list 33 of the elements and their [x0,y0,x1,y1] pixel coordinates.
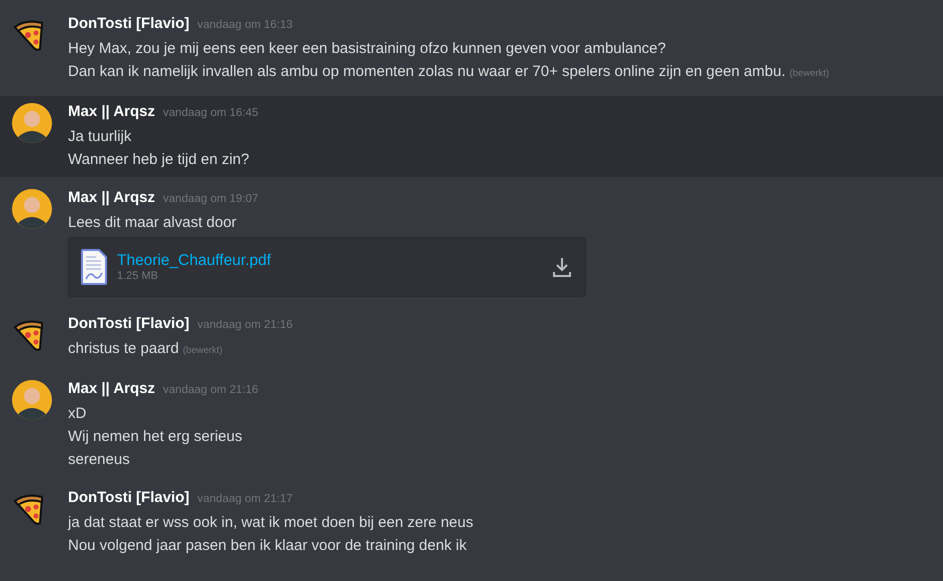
author-name[interactable]: DonTosti [Flavio] [68,15,190,32]
document-icon [81,249,107,285]
user-avatar [12,380,52,420]
author-name[interactable]: Max || Arqsz [68,380,156,397]
download-button[interactable] [553,257,571,277]
message-text: Wij nemen het erg serieus [68,427,242,447]
file-link[interactable]: Theorie_Chauffeur.pdf [117,252,543,270]
user-avatar [12,189,52,229]
message-text: sereneus [68,450,130,470]
author-name[interactable]: DonTosti [Flavio] [68,315,190,332]
edited-label: (bewerkt) [182,344,222,358]
message-text: Lees dit maar alvast door [68,213,236,233]
message-text: xD [68,404,86,424]
message-text: christus te paard [68,339,179,359]
message-timestamp: vandaag om 19:07 [163,193,258,205]
user-avatar [12,103,52,143]
message-timestamp: vandaag om 16:45 [163,107,258,119]
file-size: 1.25 MB [117,270,159,282]
message-timestamp: vandaag om 16:13 [197,19,293,31]
author-name[interactable]: DonTosti [Flavio] [68,489,190,506]
message-timestamp: vandaag om 21:17 [197,493,293,505]
message-text: Hey Max, zou je mij eens een keer een basistraining ofzo kunnen geven voor ambulance? [68,39,666,59]
author-name[interactable]: Max || Arqsz [68,189,156,206]
download-icon [553,257,571,277]
message-text: Dan kan ik namelijk invallen als ambu op momenten zolas nu waar er 70+ spelers online zijn en geen ambu. [68,62,786,82]
message-text: ja dat staat er wss ook in, wat ik moet doen bij een zere neus [68,513,474,533]
message-text: Nou volgend jaar pasen ben ik klaar voor de training denk ik [68,536,467,556]
edited-label: (bewerkt) [790,67,830,81]
message-text: Wanneer heb je tijd en zin? [68,150,250,170]
message-timestamp: vandaag om 21:16 [163,384,258,396]
message-timestamp: vandaag om 21:16 [197,319,293,331]
message-text: Ja tuurlijk [68,127,132,147]
author-name[interactable]: Max || Arqsz [68,103,156,120]
